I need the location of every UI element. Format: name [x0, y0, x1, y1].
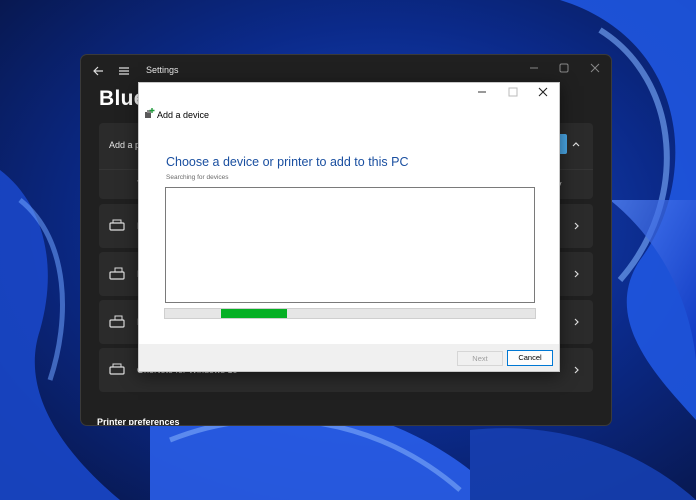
minimize-icon[interactable]	[527, 61, 541, 75]
device-list[interactable]	[165, 187, 535, 303]
chevron-right-icon[interactable]	[571, 269, 581, 279]
dialog-titlebar	[139, 83, 559, 103]
fax-icon	[109, 315, 125, 328]
menu-icon[interactable]	[117, 64, 131, 78]
dialog-content: Choose a device or printer to add to thi…	[139, 128, 559, 344]
chevron-up-icon[interactable]	[571, 139, 581, 149]
chevron-right-icon[interactable]	[571, 221, 581, 231]
section-title: Printer preferences	[97, 417, 180, 426]
maximize-icon[interactable]	[557, 61, 571, 75]
next-button[interactable]: Next	[457, 351, 503, 366]
settings-app-title: Settings	[146, 65, 179, 75]
printer-icon	[109, 363, 125, 375]
fax-icon	[109, 267, 125, 280]
progress-fill	[220, 309, 288, 318]
add-device-dialog: Add a device Choose a device or printer …	[138, 82, 560, 372]
dialog-title: Add a device	[157, 110, 210, 120]
minimize-icon[interactable]	[476, 86, 488, 98]
add-device-icon	[145, 108, 155, 118]
chevron-right-icon[interactable]	[571, 365, 581, 375]
search-progress-bar	[164, 308, 536, 319]
printer-icon	[109, 219, 125, 231]
maximize-icon[interactable]	[507, 86, 519, 98]
dialog-header: Add a device	[139, 103, 559, 129]
instruction-heading: Choose a device or printer to add to thi…	[166, 155, 409, 169]
close-icon[interactable]	[588, 61, 602, 75]
chevron-right-icon[interactable]	[571, 317, 581, 327]
close-icon[interactable]	[537, 86, 549, 98]
cancel-button[interactable]: Cancel	[507, 350, 553, 366]
add-device-label: Add a p	[109, 140, 141, 150]
search-status: Searching for devices	[166, 174, 229, 181]
back-arrow-icon[interactable]	[91, 64, 105, 78]
